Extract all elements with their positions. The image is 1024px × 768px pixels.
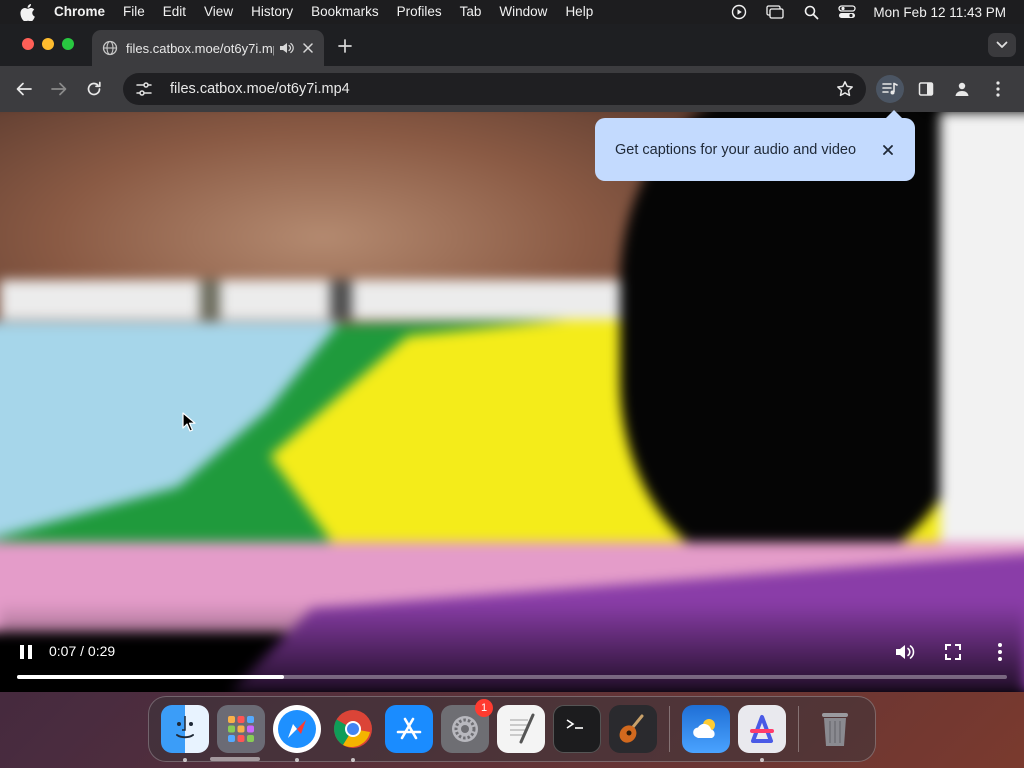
dock-textedit[interactable] — [497, 705, 545, 753]
menu-view[interactable]: View — [195, 0, 242, 24]
finder-icon — [176, 716, 194, 739]
apple-icon[interactable] — [18, 3, 36, 21]
dock-launchpad[interactable] — [217, 705, 265, 753]
dock-finder[interactable] — [161, 705, 209, 762]
guitar-icon — [619, 714, 644, 743]
close-icon[interactable] — [881, 143, 895, 157]
safari-compass-icon — [278, 710, 316, 748]
tab-title: files.catbox.moe/ot6y7i.mp4 — [126, 40, 274, 56]
menu-file[interactable]: File — [114, 0, 154, 24]
video-frame — [0, 112, 1024, 692]
dock-system-settings[interactable]: 1 — [441, 699, 493, 753]
video-player[interactable]: 0:07 / 0:29 — [0, 112, 1024, 692]
dock-scroll-indicator — [210, 757, 260, 761]
globe-icon — [102, 40, 118, 56]
kebab-menu-icon[interactable] — [984, 75, 1012, 103]
mouse-pointer-icon — [182, 412, 196, 432]
menu-window[interactable]: Window — [490, 0, 556, 24]
menubar-clock[interactable]: Mon Feb 12 11:43 PM — [873, 5, 1006, 20]
dock-separator — [669, 706, 670, 752]
media-play-icon[interactable] — [729, 4, 749, 20]
trash-icon — [822, 713, 848, 746]
dock-weather[interactable] — [682, 705, 730, 753]
fullscreen-icon[interactable] — [942, 641, 964, 663]
live-caption-promo: Get captions for your audio and video — [595, 110, 915, 181]
menu-profiles[interactable]: Profiles — [388, 0, 451, 24]
caption-promo-text: Get captions for your audio and video — [615, 141, 857, 158]
dock-chrome[interactable] — [329, 705, 377, 762]
dock-safari[interactable] — [273, 705, 321, 762]
control-center-icon[interactable] — [837, 4, 857, 20]
weather-cloud-icon — [693, 719, 715, 738]
url-text[interactable]: files.catbox.moe/ot6y7i.mp4 — [170, 81, 836, 97]
tab-active[interactable]: files.catbox.moe/ot6y7i.mp4 — [92, 30, 324, 66]
app-store-icon — [396, 717, 422, 740]
media-controls-icon[interactable] — [876, 75, 904, 103]
volume-icon[interactable] — [893, 641, 915, 663]
dock-separator — [798, 706, 799, 752]
menu-history[interactable]: History — [242, 0, 302, 24]
close-window-button[interactable] — [22, 38, 34, 50]
video-controls: 0:07 / 0:29 — [0, 622, 1024, 692]
video-progress-fill — [17, 675, 285, 679]
notification-badge: 1 — [475, 699, 493, 717]
tab-close-icon[interactable] — [300, 40, 316, 56]
video-more-options-icon[interactable] — [990, 641, 1010, 663]
dock-terminal[interactable] — [553, 705, 601, 753]
browser-toolbar: files.catbox.moe/ot6y7i.mp4 — [0, 66, 1024, 112]
menu-app-name[interactable]: Chrome — [54, 0, 114, 24]
pause-icon[interactable] — [16, 642, 36, 662]
zoom-window-button[interactable] — [62, 38, 74, 50]
forward-arrow-icon[interactable] — [48, 78, 70, 100]
video-time: 0:07 / 0:29 — [49, 643, 116, 659]
menu-bookmarks[interactable]: Bookmarks — [302, 0, 388, 24]
site-settings-icon[interactable] — [135, 80, 153, 98]
dock-trash[interactable] — [811, 705, 859, 753]
reload-icon[interactable] — [83, 78, 105, 100]
menu-help[interactable]: Help — [556, 0, 602, 24]
gear-icon — [452, 716, 478, 742]
search-icon[interactable] — [801, 4, 821, 20]
back-arrow-icon[interactable] — [13, 78, 35, 100]
screen-mirror-icon[interactable] — [765, 4, 785, 20]
spark-icon — [750, 715, 774, 743]
dock-app-store[interactable] — [385, 705, 433, 753]
address-bar[interactable]: files.catbox.moe/ot6y7i.mp4 — [123, 73, 866, 105]
launchpad-icon — [228, 716, 254, 742]
tab-strip: files.catbox.moe/ot6y7i.mp4 — [0, 24, 1024, 66]
dock-spark[interactable] — [738, 705, 786, 762]
dock: 1 — [148, 696, 876, 762]
menu-edit[interactable]: Edit — [154, 0, 195, 24]
dock-garageband[interactable] — [609, 705, 657, 753]
window-controls — [22, 38, 82, 50]
minimize-window-button[interactable] — [42, 38, 54, 50]
tab-search-chevron-icon[interactable] — [988, 33, 1016, 57]
bookmark-star-icon[interactable] — [836, 80, 854, 98]
profile-icon[interactable] — [948, 75, 976, 103]
chrome-icon — [334, 710, 372, 748]
menu-tab[interactable]: Tab — [451, 0, 491, 24]
speaker-icon[interactable] — [278, 40, 294, 56]
side-panel-icon[interactable] — [912, 75, 940, 103]
video-progress-bar[interactable] — [17, 675, 1007, 679]
new-tab-plus-icon[interactable] — [336, 37, 354, 55]
textedit-icon — [510, 713, 535, 744]
menu-bar: Chrome File Edit View History Bookmarks … — [0, 0, 1024, 24]
terminal-icon — [566, 719, 583, 729]
